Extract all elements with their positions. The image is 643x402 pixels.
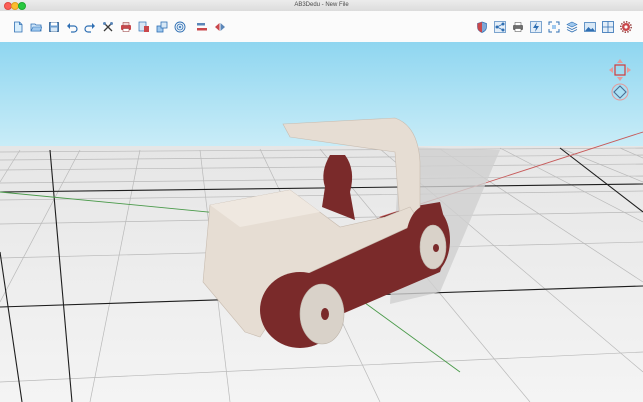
main-toolbar (0, 11, 643, 43)
front-left-wheel-axle (321, 308, 329, 320)
target-icon[interactable] (174, 21, 186, 33)
align-icon[interactable] (196, 21, 208, 33)
layers-icon[interactable] (566, 21, 578, 33)
share-icon[interactable] (494, 21, 506, 33)
grid-icon[interactable] (602, 21, 614, 33)
navigation-pan-control[interactable] (608, 58, 632, 82)
tools-icon[interactable] (102, 21, 114, 33)
print-icon[interactable] (120, 21, 132, 33)
shield-icon[interactable] (476, 21, 488, 33)
new-file-icon[interactable] (12, 21, 24, 33)
rear-right-wheel-axle (433, 244, 439, 252)
3d-viewport[interactable] (0, 42, 643, 402)
navigation-rotate-control[interactable] (610, 82, 630, 102)
import-icon[interactable] (138, 21, 150, 33)
undo-icon[interactable] (66, 21, 78, 33)
rear-right-wheel-hub (419, 224, 447, 270)
fit-view-icon[interactable] (548, 21, 560, 33)
open-file-icon[interactable] (30, 21, 42, 33)
group-icon[interactable] (156, 21, 168, 33)
redo-icon[interactable] (84, 21, 96, 33)
mirror-icon[interactable] (214, 21, 226, 33)
render-icon[interactable] (584, 21, 596, 33)
scene-canvas (0, 42, 643, 402)
window-title: AB3Dedu - New File (294, 2, 349, 8)
save-file-icon[interactable] (48, 21, 60, 33)
lightning-icon[interactable] (530, 21, 542, 33)
settings-icon[interactable] (620, 21, 632, 33)
printer-icon[interactable] (512, 21, 524, 33)
